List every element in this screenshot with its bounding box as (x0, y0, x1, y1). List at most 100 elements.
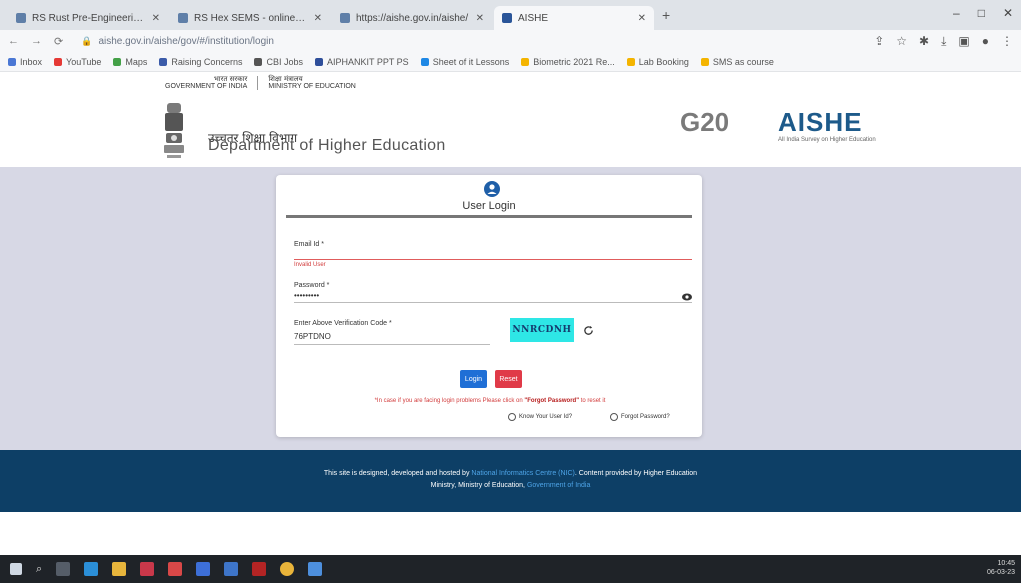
tab-favicon-icon (502, 13, 512, 23)
department-name: Department of Higher Education (208, 137, 446, 154)
tab-close-icon[interactable]: ✕ (476, 13, 484, 24)
menu-icon[interactable]: ⋮ (1001, 34, 1013, 49)
bookmark-icon (626, 57, 635, 66)
bookmarks-bar: Inbox YouTube Maps Raising Concerns CBI … (0, 52, 1021, 72)
captcha-underline (294, 344, 490, 345)
maximize-button[interactable]: □ (978, 6, 985, 20)
bookmark-icon (113, 57, 122, 66)
close-window-button[interactable]: ✕ (1003, 6, 1013, 20)
app-icon[interactable] (224, 562, 239, 576)
tab-favicon-icon (340, 13, 350, 23)
windows-taskbar: ⌕ 10:45 06-03-23 (0, 555, 1021, 583)
chrome-icon[interactable] (280, 562, 295, 576)
gov-india-label: भारत सरकार GOVERNMENT OF INDIA (165, 75, 248, 90)
sidebar-icon[interactable]: ▣ (958, 34, 969, 49)
forgot-password-link[interactable]: "Forgot Password" (524, 398, 579, 404)
reload-icon[interactable]: ⟳ (54, 35, 63, 48)
bookmark-icon (54, 57, 63, 66)
address-bar-row: ← → ⟳ 🔒 aishe.gov.in/aishe/gov/#/institu… (0, 30, 1021, 52)
bookmark-icon (700, 57, 709, 66)
tab-close-icon[interactable]: ✕ (152, 13, 160, 24)
bookmark-icon (8, 57, 16, 66)
tab-close-icon[interactable]: ✕ (314, 13, 322, 24)
bookmark-item[interactable]: YouTube (54, 57, 101, 67)
bookmark-icon (254, 57, 263, 66)
bookmark-item[interactable]: Lab Booking (626, 57, 689, 67)
star-icon[interactable]: ☆ (896, 34, 907, 49)
national-emblem-icon (164, 103, 184, 158)
bookmark-item[interactable]: CBI Jobs (254, 57, 303, 67)
new-tab-button[interactable]: + (662, 7, 670, 23)
minimize-button[interactable]: – (953, 6, 960, 20)
gov-strip-divider (257, 76, 259, 90)
ministry-label: शिक्षा मंत्रालय MINISTRY OF EDUCATION (268, 75, 356, 90)
forward-arrow-icon[interactable]: → (31, 35, 42, 47)
profile-icon[interactable]: ● (982, 34, 989, 49)
lock-icon: 🔒 (81, 35, 93, 46)
user-icon (484, 181, 500, 197)
share-icon[interactable]: ⇪ (874, 34, 884, 49)
captcha-input[interactable]: 76PTDNO (294, 332, 331, 341)
radio-icon[interactable] (508, 413, 516, 421)
login-help-notice: *In case if you are facing login problem… (374, 398, 606, 404)
app-icon[interactable] (168, 562, 183, 576)
app-icon[interactable] (252, 562, 267, 576)
taskbar-clock[interactable]: 10:45 06-03-23 (987, 559, 1015, 577)
reset-button[interactable]: Reset (495, 370, 522, 388)
captcha-image: NNRCDNH (510, 318, 574, 342)
search-icon[interactable]: ⌕ (36, 563, 42, 576)
site-footer: This site is designed, developed and hos… (0, 450, 1021, 512)
login-button[interactable]: Login (460, 370, 487, 388)
footer-line-1: This site is designed, developed and hos… (323, 470, 698, 477)
footer-line-2: Ministry, Ministry of Education, Governm… (430, 482, 591, 489)
radio-icon[interactable] (610, 413, 618, 421)
browser-tab[interactable]: RS Hex SEMS - online class |✕ (170, 6, 330, 30)
bookmark-item[interactable]: AIPHANKIT PPT PS (314, 57, 409, 67)
page-bottom-space (0, 512, 1021, 555)
browser-tab[interactable]: https://aishe.gov.in/aishe/✕ (332, 6, 492, 30)
bookmark-item[interactable]: SMS as course (700, 57, 774, 67)
browser-tab[interactable]: RS Rust Pre-Engineering Exp |✕ (8, 6, 168, 30)
file-explorer-icon[interactable] (112, 562, 127, 576)
browser-tab-active[interactable]: AISHE ✕ (494, 6, 654, 30)
task-view-icon[interactable] (56, 562, 71, 576)
app-icon[interactable] (140, 562, 155, 576)
app-icon[interactable] (308, 562, 323, 576)
email-label: Email Id * (294, 241, 324, 248)
windows-start-icon[interactable] (10, 563, 22, 575)
download-icon[interactable]: ⤓ (941, 34, 946, 49)
tab-favicon-icon (16, 13, 26, 23)
bookmark-icon (314, 57, 323, 66)
app-icon[interactable] (196, 562, 211, 576)
bookmark-item[interactable]: Biometric 2021 Re... (521, 57, 615, 67)
password-underline (294, 302, 692, 303)
nic-link[interactable]: National Informatics Centre (NIC) (471, 470, 574, 477)
aishe-logo[interactable]: AISHE (778, 107, 862, 138)
password-label: Password * (294, 282, 330, 289)
goi-link[interactable]: Government of India (527, 482, 590, 489)
refresh-captcha-icon[interactable] (583, 325, 594, 336)
tab-close-icon[interactable]: ✕ (638, 13, 646, 24)
bookmark-icon (420, 57, 429, 66)
bookmark-item[interactable]: Maps (113, 57, 147, 67)
edge-icon[interactable] (84, 562, 99, 576)
tab-favicon-icon (178, 13, 188, 23)
government-strip: भारत सरकार GOVERNMENT OF INDIA शिक्षा मं… (0, 72, 1021, 94)
bookmark-item[interactable]: Inbox (8, 57, 42, 67)
window-controls: – □ ✕ (953, 6, 1013, 20)
bookmark-icon (159, 57, 168, 66)
extension-icons: ⇪ ☆ ✱ ⤓ ▣ ● ⋮ (874, 34, 1013, 49)
bookmark-item[interactable]: Raising Concerns (159, 57, 242, 67)
bookmark-icon (521, 57, 530, 66)
bookmark-item[interactable]: Sheet of it Lessons (420, 57, 509, 67)
extensions-icon[interactable]: ✱ (919, 34, 929, 49)
know-user-id-option[interactable]: Know Your User Id? (508, 413, 572, 421)
email-underline (294, 259, 692, 260)
back-arrow-icon[interactable]: ← (8, 35, 19, 47)
email-field[interactable] (294, 249, 692, 259)
password-field[interactable]: ••••••••• (294, 291, 319, 300)
eye-icon[interactable] (682, 293, 692, 301)
url-input[interactable]: 🔒 aishe.gov.in/aishe/gov/#/institution/l… (75, 32, 835, 50)
forgot-password-option[interactable]: Forgot Password? (610, 413, 670, 421)
title-divider (286, 215, 692, 218)
